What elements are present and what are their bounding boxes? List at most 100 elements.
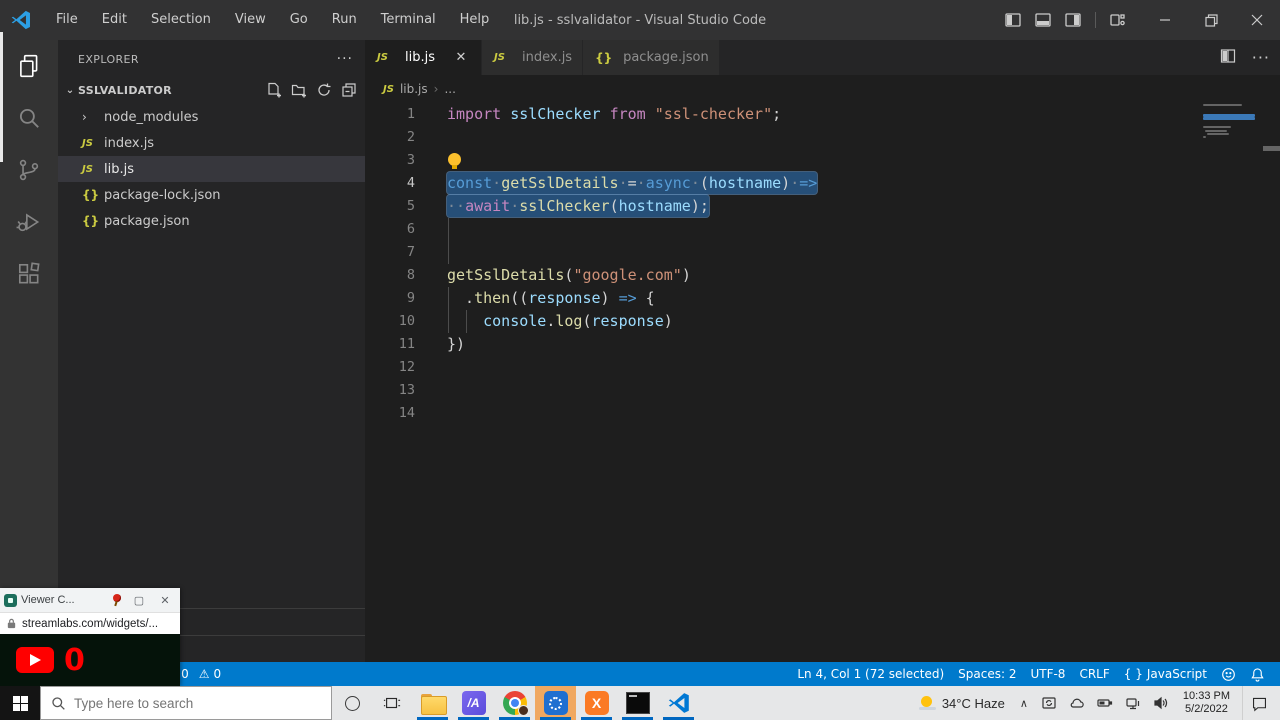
breadcrumb-file[interactable]: lib.js (400, 82, 428, 96)
sync-device-icon[interactable] (1035, 695, 1063, 711)
code-line-9[interactable]: .then((response) => { (447, 287, 1210, 310)
split-editor-icon[interactable] (1220, 48, 1236, 68)
taskbar-search[interactable] (40, 686, 332, 720)
explorer-more-actions-icon[interactable]: ··· (337, 51, 353, 67)
windows-logo-icon (13, 696, 28, 711)
cortana-button[interactable] (332, 686, 372, 720)
pin-icon[interactable] (110, 593, 124, 607)
source-control-icon[interactable] (0, 144, 58, 196)
volume-icon[interactable] (1147, 695, 1175, 711)
code-line-2[interactable] (447, 126, 1210, 149)
taskbar-app-vscode[interactable] (658, 686, 699, 720)
code-line-8[interactable]: getSslDetails("google.com") (447, 264, 1210, 287)
code-editor[interactable]: 1234567891011121314 import sslChecker fr… (365, 103, 1280, 662)
code-line-6[interactable] (447, 218, 1210, 241)
line-number: 6 (365, 218, 415, 241)
run-debug-icon[interactable] (0, 196, 58, 248)
code-line-5[interactable]: ··await·sslChecker(hostname); (447, 195, 1210, 218)
menu-item-selection[interactable]: Selection (139, 0, 223, 40)
battery-icon[interactable] (1091, 695, 1119, 711)
code-line-3[interactable] (447, 149, 1210, 172)
file-label: package.json (104, 214, 190, 229)
file-row-package-lock-json[interactable]: {}package-lock.json (58, 182, 365, 208)
toggle-primary-sidebar-icon[interactable] (1005, 0, 1021, 40)
tray-expand-chevron-icon[interactable]: ∧ (1013, 697, 1035, 710)
explorer-icon[interactable] (0, 40, 58, 92)
toggle-secondary-sidebar-icon[interactable] (1065, 0, 1081, 40)
weather-widget[interactable]: 34°C Haze (911, 696, 1013, 711)
menu-item-go[interactable]: Go (278, 0, 320, 40)
refresh-icon[interactable] (316, 82, 332, 98)
breadcrumb-symbol[interactable]: ... (444, 82, 455, 96)
overlay-window-title: Viewer C... (21, 594, 106, 606)
notifications-bell-icon[interactable] (1243, 667, 1272, 682)
file-row-index-js[interactable]: JSindex.js (58, 130, 365, 156)
search-icon[interactable] (0, 92, 58, 144)
clock[interactable]: 10:33 PM 5/2/2022 (1175, 690, 1238, 716)
close-window-button[interactable] (1234, 0, 1280, 40)
folder-section-header[interactable]: ⌄ SSLVALIDATOR (58, 78, 365, 102)
minimize-button[interactable] (1142, 0, 1188, 40)
breadcrumb[interactable]: JS lib.js › ... (365, 75, 1280, 103)
js-file-icon: JS (494, 52, 505, 63)
taskbar-app-app-a[interactable]: /A (453, 686, 494, 720)
collapse-folders-icon[interactable] (341, 82, 357, 98)
file-row-package-json[interactable]: {}package.json (58, 208, 365, 234)
tab-package-json[interactable]: {}package.json (583, 40, 720, 75)
overlay-close-button[interactable]: ✕ (154, 594, 176, 607)
line-number: 7 (365, 241, 415, 264)
code-line-12[interactable] (447, 356, 1210, 379)
code-line-11[interactable]: }) (447, 333, 1210, 356)
menu-item-help[interactable]: Help (448, 0, 502, 40)
overlay-address-bar[interactable]: streamlabs.com/widgets/... (0, 612, 180, 634)
encoding-setting[interactable]: UTF-8 (1023, 667, 1072, 681)
search-input[interactable] (74, 696, 294, 711)
taskbar-app-chrome[interactable] (494, 686, 535, 720)
onedrive-cloud-icon[interactable] (1063, 695, 1091, 711)
indentation-setting[interactable]: Spaces: 2 (951, 667, 1023, 681)
action-center-button[interactable] (1242, 686, 1280, 720)
close-tab-icon[interactable]: ✕ (451, 50, 471, 65)
overlay-maximize-button[interactable]: ▢ (128, 594, 150, 607)
code-line-1[interactable]: import sslChecker from "ssl-checker"; (447, 103, 1210, 126)
menu-item-view[interactable]: View (223, 0, 278, 40)
editor-more-actions-icon[interactable]: ··· (1252, 48, 1270, 67)
taskbar-app-streamlabs[interactable] (535, 686, 576, 720)
start-button[interactable] (0, 686, 40, 720)
network-icon[interactable] (1119, 695, 1147, 711)
lightbulb-icon[interactable] (448, 153, 461, 166)
toggle-panel-icon[interactable] (1035, 0, 1051, 40)
task-view-button[interactable] (372, 686, 412, 720)
restore-button[interactable] (1188, 0, 1234, 40)
code-line-4[interactable]: const·getSslDetails·=·async·(hostname)·=… (447, 172, 1210, 195)
file-row-node-modules[interactable]: ›node_modules (58, 104, 365, 130)
menu-item-edit[interactable]: Edit (90, 0, 139, 40)
cursor-position[interactable]: Ln 4, Col 1 (72 selected) (790, 667, 951, 681)
taskbar-app-xampp[interactable]: X (576, 686, 617, 720)
code-line-10[interactable]: console.log(response) (447, 310, 1210, 333)
feedback-icon[interactable] (1214, 667, 1243, 682)
code-line-14[interactable] (447, 402, 1210, 425)
eol-setting[interactable]: CRLF (1072, 667, 1116, 681)
overlay-title-bar[interactable]: Viewer C... ▢ ✕ (0, 588, 180, 612)
menu-item-file[interactable]: File (44, 0, 90, 40)
new-folder-icon[interactable] (291, 82, 307, 98)
new-file-icon[interactable] (266, 82, 282, 98)
tab-lib-js[interactable]: JSlib.js✕ (365, 40, 482, 75)
background-window-sliver (0, 32, 3, 162)
section-chevron-icon[interactable]: ⌄ (62, 85, 78, 96)
tab-index-js[interactable]: JSindex.js (482, 40, 583, 75)
extensions-icon[interactable] (0, 248, 58, 300)
taskbar-app-terminal[interactable] (617, 686, 658, 720)
menu-item-run[interactable]: Run (320, 0, 369, 40)
overlay-url[interactable]: streamlabs.com/widgets/... (22, 618, 158, 630)
desktop: FileEditSelectionViewGoRunTerminalHelp l… (0, 0, 1280, 720)
customize-layout-icon[interactable] (1110, 0, 1126, 40)
braces-icon: { } (1124, 667, 1143, 681)
code-line-7[interactable] (447, 241, 1210, 264)
code-line-13[interactable] (447, 379, 1210, 402)
menu-item-terminal[interactable]: Terminal (369, 0, 448, 40)
taskbar-app-file-explorer[interactable] (412, 686, 453, 720)
file-row-lib-js[interactable]: JSlib.js (58, 156, 365, 182)
language-mode[interactable]: { } JavaScript (1117, 667, 1214, 681)
